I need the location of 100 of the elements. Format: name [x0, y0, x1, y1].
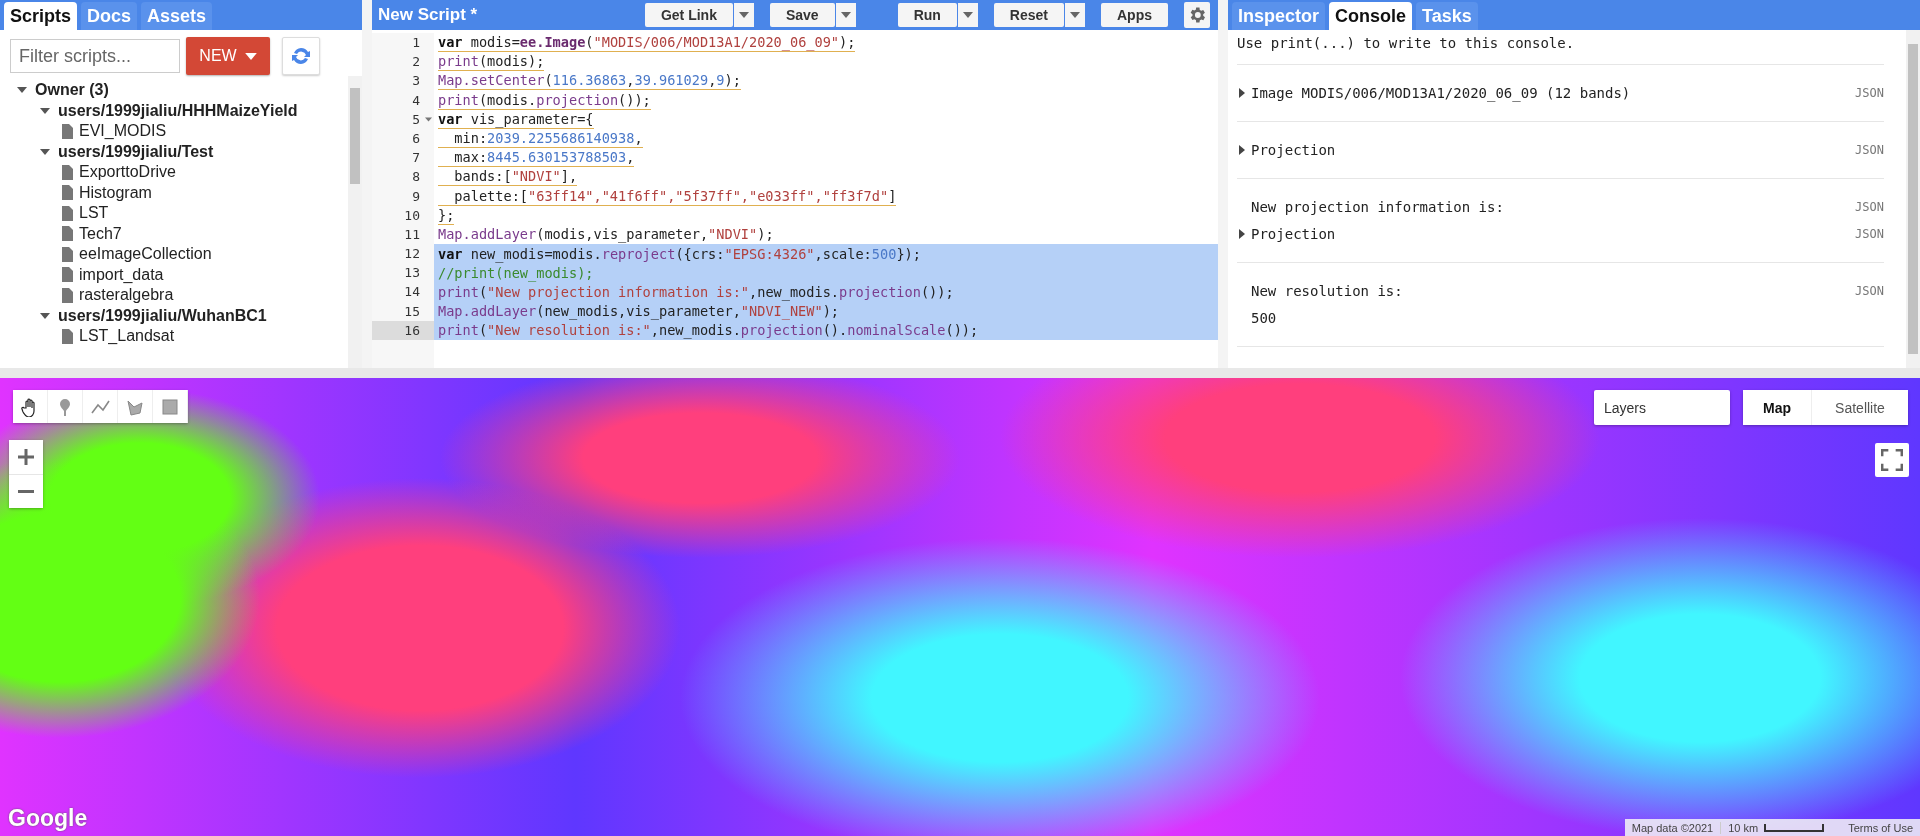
filter-field[interactable]: Filter scripts... [10, 39, 180, 73]
caret-icon [244, 52, 257, 60]
file-icon [62, 185, 73, 201]
square-icon [160, 396, 180, 417]
toolbar-button[interactable]: Run [897, 3, 957, 27]
script-item[interactable]: LST [79, 204, 109, 223]
script-title: New Script * [377, 5, 479, 25]
line-number: 6 [411, 129, 421, 148]
refresh-button[interactable] [282, 37, 320, 75]
plus-icon [18, 449, 34, 465]
line-number: 14 [403, 283, 421, 302]
file-icon [62, 164, 73, 180]
json-link[interactable]: JSON [1855, 284, 1884, 298]
toolbar-button[interactable]: Apps [1101, 3, 1168, 27]
json-link[interactable]: JSON [1855, 86, 1884, 100]
code-line: palette:["63ff14","41f6ff","5f37ff","e033ff","ff3f7d"] [438, 186, 897, 206]
repository-item[interactable]: users/1999jialiu/Test [58, 142, 214, 161]
line-number: 16 [403, 321, 421, 340]
dropdown-button[interactable] [835, 3, 856, 27]
collapse-arrow-icon[interactable] [40, 148, 50, 155]
file-icon [62, 267, 73, 283]
json-link[interactable]: JSON [1855, 227, 1884, 241]
line-number: 13 [403, 264, 421, 283]
line-number: 2 [411, 53, 421, 72]
repository-item[interactable]: users/1999jialiu/HHHMaizeYield [58, 101, 298, 120]
toolbar-button[interactable]: Save [769, 3, 835, 27]
script-item[interactable]: Tech7 [79, 224, 122, 243]
scrollbar[interactable] [1906, 30, 1920, 368]
map-type-button[interactable]: Map [1743, 390, 1812, 425]
script-item[interactable]: LST_Landsat [79, 327, 175, 346]
file-icon [62, 205, 73, 221]
layers-button[interactable]: Layers [1594, 390, 1730, 425]
fullscreen-button[interactable] [1875, 443, 1909, 477]
toolbar-button[interactable]: Reset [993, 3, 1064, 27]
line-number: 4 [411, 91, 421, 110]
console-hint: Use print(...) to write to this console. [1237, 30, 1884, 65]
settings-button[interactable] [1184, 2, 1210, 28]
code-line: Map.addLayer(modis,vis_parameter,"NDVI"); [438, 225, 774, 244]
collapse-arrow-icon[interactable] [17, 87, 27, 94]
code-line: print(modis); [438, 52, 545, 72]
script-item[interactable]: Histogram [79, 183, 152, 202]
console-text: New projection information is: [1250, 199, 1504, 215]
caret-icon [738, 12, 749, 18]
code-line: print("New projection information is:",new_modis.projection()); [438, 283, 954, 302]
fold-arrow-icon[interactable] [425, 116, 432, 122]
line-number: 11 [403, 225, 421, 244]
expand-arrow-icon[interactable] [1239, 145, 1245, 155]
drawing-tool[interactable] [13, 390, 48, 423]
minus-icon [18, 490, 34, 493]
console-text: New resolution is: [1250, 283, 1403, 299]
dropdown-button[interactable] [957, 3, 978, 27]
script-item[interactable]: EVI_MODIS [79, 122, 167, 141]
scrollbar[interactable] [348, 76, 362, 368]
toolbar-button[interactable]: Get Link [644, 3, 733, 27]
console-object[interactable]: Image MODIS/006/MOD13A1/2020_06_09 (12 bands) [1251, 85, 1631, 101]
expand-arrow-icon[interactable] [1239, 229, 1245, 239]
json-link[interactable]: JSON [1855, 143, 1884, 157]
map-attribution: Map data ©2021 [1630, 821, 1715, 834]
file-icon [62, 226, 73, 242]
new-button[interactable]: NEW [186, 37, 270, 75]
caret-icon [962, 12, 973, 18]
code-line: print(modis.projection()); [438, 90, 651, 110]
script-item[interactable]: import_data [79, 265, 164, 284]
collapse-arrow-icon[interactable] [40, 107, 50, 114]
scale-bar [1764, 823, 1825, 832]
terms-link[interactable]: Terms of Use [1841, 821, 1920, 834]
google-logo: Google [8, 805, 88, 832]
console-object[interactable]: Projection [1251, 226, 1336, 242]
collapse-arrow-icon[interactable] [40, 312, 50, 319]
script-item[interactable]: ExporttoDrive [79, 163, 176, 182]
map-type-button[interactable]: Satellite [1812, 390, 1908, 425]
console-object[interactable]: Projection [1251, 142, 1336, 158]
script-item[interactable]: eeImageCollection [79, 245, 212, 264]
zoom-in-button[interactable] [9, 440, 43, 474]
panel-tab[interactable]: Scripts [4, 2, 78, 30]
line-number: 5 [411, 110, 421, 129]
caret-icon [1070, 12, 1080, 18]
tree-group[interactable]: Owner (3) [35, 81, 109, 100]
scale-label: 10 km [1728, 821, 1759, 834]
code-line: Map.addLayer(new_modis,vis_parameter,"NDVI_NEW"); [438, 302, 840, 321]
line-number: 1 [411, 34, 421, 52]
code-line: min:2039.2255686140938, [438, 129, 643, 149]
fullscreen-icon [1881, 449, 1903, 471]
console-text: 500 [1250, 310, 1277, 326]
file-icon [62, 287, 73, 303]
code-line: //print(new_modis); [438, 263, 594, 282]
script-item[interactable]: rasteralgebra [79, 286, 174, 305]
code-line: print("New resolution is:",new_modis.projection().nominalScale()); [438, 321, 979, 340]
caret-icon [840, 12, 851, 18]
code-line: Map.setCenter(116.36863,39.961029,9); [438, 71, 741, 91]
code-line: bands:["NDVI"], [438, 167, 578, 187]
repository-item[interactable]: users/1999jialiu/WuhanBC1 [58, 306, 267, 325]
expand-arrow-icon[interactable] [1239, 88, 1245, 98]
panel-tab[interactable]: Console [1329, 2, 1413, 30]
dropdown-button[interactable] [1065, 3, 1085, 27]
line-number: 7 [411, 149, 421, 168]
json-link[interactable]: JSON [1855, 200, 1884, 214]
zoom-out-button[interactable] [9, 474, 43, 508]
dropdown-button[interactable] [733, 3, 754, 27]
line-number: 12 [403, 245, 421, 264]
